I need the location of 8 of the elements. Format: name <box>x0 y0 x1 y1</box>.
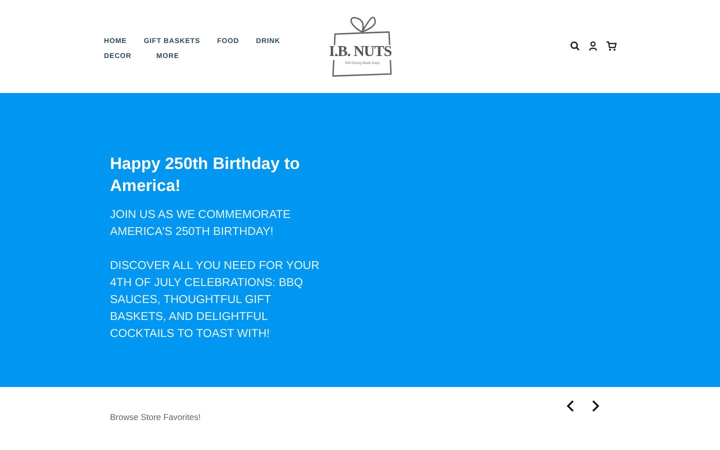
hero-paragraph: JOIN US AS WE COMMEMORATE AMERICA'S 250TH BIRTHDAY! <box>110 208 292 240</box>
search-icon[interactable] <box>570 41 580 51</box>
section-label: Browse Store Favorites! <box>110 411 201 424</box>
user-icon[interactable] <box>588 41 598 51</box>
hero-paragraph: DISCOVER ALL YOU NEED FOR YOUR 4TH OF JULY CELEBRATIONS: BBQ SAUCES, THOUGHTFUL GIFT BASKETS, AND DELIGHTFUL COCKTAILS TO TOAST WITH! <box>110 259 320 342</box>
cart-icon[interactable] <box>606 41 617 51</box>
hero-title: Happy 250th Birthday to America! <box>110 154 301 197</box>
logo-text[interactable]: I.B. NUTS <box>328 45 393 60</box>
